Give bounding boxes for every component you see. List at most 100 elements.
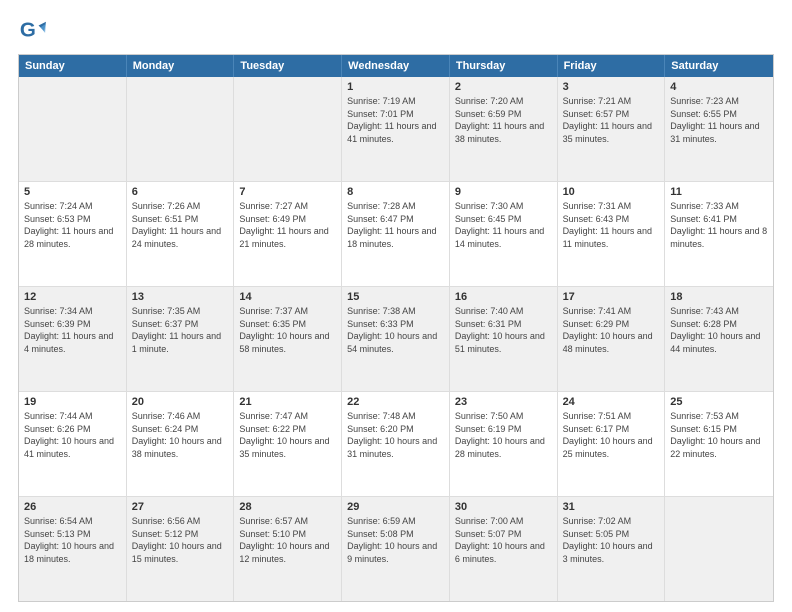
- day-info: Sunrise: 7:37 AM Sunset: 6:35 PM Dayligh…: [239, 305, 336, 355]
- calendar-day-cell: 20 Sunrise: 7:46 AM Sunset: 6:24 PM Dayli…: [127, 392, 235, 496]
- day-info: Sunrise: 7:33 AM Sunset: 6:41 PM Dayligh…: [670, 200, 768, 250]
- day-number: 18: [670, 291, 768, 303]
- calendar-day-cell: 7 Sunrise: 7:27 AM Sunset: 6:49 PM Daylig…: [234, 182, 342, 286]
- svg-text:G: G: [20, 19, 36, 42]
- weekday-header: Monday: [127, 55, 235, 77]
- logo: G: [18, 18, 50, 46]
- empty-cell: [127, 77, 235, 181]
- day-info: Sunrise: 7:00 AM Sunset: 5:07 PM Dayligh…: [455, 515, 552, 565]
- empty-cell: [234, 77, 342, 181]
- day-number: 15: [347, 291, 444, 303]
- calendar-day-cell: 14Sunrise: 7:37 AM Sunset: 6:35 PM Dayli…: [234, 287, 342, 391]
- calendar-row: 12Sunrise: 7:34 AM Sunset: 6:39 PM Dayli…: [19, 287, 773, 392]
- calendar-day-cell: 12Sunrise: 7:34 AM Sunset: 6:39 PM Dayli…: [19, 287, 127, 391]
- empty-cell: [19, 77, 127, 181]
- day-info: Sunrise: 7:31 AM Sunset: 6:43 PM Dayligh…: [563, 200, 660, 250]
- day-info: Sunrise: 6:59 AM Sunset: 5:08 PM Dayligh…: [347, 515, 444, 565]
- calendar-day-cell: 1 Sunrise: 7:19 AM Sunset: 7:01 PM Daylig…: [342, 77, 450, 181]
- day-number: 3: [563, 81, 660, 93]
- day-number: 6: [132, 186, 229, 198]
- weekday-header: Sunday: [19, 55, 127, 77]
- day-number: 26: [24, 501, 121, 513]
- day-number: 9: [455, 186, 552, 198]
- day-number: 24: [563, 396, 660, 408]
- day-number: 10: [563, 186, 660, 198]
- empty-cell: [665, 497, 773, 601]
- calendar-day-cell: 30 Sunrise: 7:00 AM Sunset: 5:07 PM Dayli…: [450, 497, 558, 601]
- calendar-day-cell: 5 Sunrise: 7:24 AM Sunset: 6:53 PM Daylig…: [19, 182, 127, 286]
- day-info: Sunrise: 7:51 AM Sunset: 6:17 PM Dayligh…: [563, 410, 660, 460]
- day-number: 8: [347, 186, 444, 198]
- day-number: 12: [24, 291, 121, 303]
- calendar-day-cell: 3 Sunrise: 7:21 AM Sunset: 6:57 PM Daylig…: [558, 77, 666, 181]
- weekday-header: Friday: [558, 55, 666, 77]
- day-number: 31: [563, 501, 660, 513]
- day-number: 16: [455, 291, 552, 303]
- calendar-row: 26Sunrise: 6:54 AM Sunset: 5:13 PM Dayli…: [19, 497, 773, 601]
- day-info: Sunrise: 7:24 AM Sunset: 6:53 PM Dayligh…: [24, 200, 121, 250]
- calendar-day-cell: 4 Sunrise: 7:23 AM Sunset: 6:55 PM Daylig…: [665, 77, 773, 181]
- day-number: 1: [347, 81, 444, 93]
- calendar-day-cell: 15Sunrise: 7:38 AM Sunset: 6:33 PM Dayli…: [342, 287, 450, 391]
- day-number: 30: [455, 501, 552, 513]
- day-number: 29: [347, 501, 444, 513]
- day-info: Sunrise: 6:57 AM Sunset: 5:10 PM Dayligh…: [239, 515, 336, 565]
- day-info: Sunrise: 7:43 AM Sunset: 6:28 PM Dayligh…: [670, 305, 768, 355]
- day-number: 5: [24, 186, 121, 198]
- day-info: Sunrise: 7:48 AM Sunset: 6:20 PM Dayligh…: [347, 410, 444, 460]
- day-info: Sunrise: 7:23 AM Sunset: 6:55 PM Dayligh…: [670, 95, 768, 145]
- calendar-day-cell: 22 Sunrise: 7:48 AM Sunset: 6:20 PM Dayli…: [342, 392, 450, 496]
- calendar-day-cell: 26Sunrise: 6:54 AM Sunset: 5:13 PM Dayli…: [19, 497, 127, 601]
- calendar-day-cell: 2 Sunrise: 7:20 AM Sunset: 6:59 PM Daylig…: [450, 77, 558, 181]
- calendar: SundayMondayTuesdayWednesdayThursdayFrid…: [18, 54, 774, 602]
- calendar-day-cell: 10 Sunrise: 7:31 AM Sunset: 6:43 PM Dayli…: [558, 182, 666, 286]
- day-info: Sunrise: 7:40 AM Sunset: 6:31 PM Dayligh…: [455, 305, 552, 355]
- day-info: Sunrise: 7:02 AM Sunset: 5:05 PM Dayligh…: [563, 515, 660, 565]
- calendar-row: 1 Sunrise: 7:19 AM Sunset: 7:01 PM Daylig…: [19, 77, 773, 182]
- calendar-day-cell: 24 Sunrise: 7:51 AM Sunset: 6:17 PM Dayli…: [558, 392, 666, 496]
- calendar-day-cell: 25Sunrise: 7:53 AM Sunset: 6:15 PM Dayli…: [665, 392, 773, 496]
- day-info: Sunrise: 7:26 AM Sunset: 6:51 PM Dayligh…: [132, 200, 229, 250]
- calendar-day-cell: 8 Sunrise: 7:28 AM Sunset: 6:47 PM Daylig…: [342, 182, 450, 286]
- calendar-day-cell: 27 Sunrise: 6:56 AM Sunset: 5:12 PM Dayli…: [127, 497, 235, 601]
- day-info: Sunrise: 7:50 AM Sunset: 6:19 PM Dayligh…: [455, 410, 552, 460]
- calendar-day-cell: 21 Sunrise: 7:47 AM Sunset: 6:22 PM Dayli…: [234, 392, 342, 496]
- day-info: Sunrise: 7:27 AM Sunset: 6:49 PM Dayligh…: [239, 200, 336, 250]
- day-info: Sunrise: 6:56 AM Sunset: 5:12 PM Dayligh…: [132, 515, 229, 565]
- calendar-row: 19Sunrise: 7:44 AM Sunset: 6:26 PM Dayli…: [19, 392, 773, 497]
- day-number: 2: [455, 81, 552, 93]
- day-info: Sunrise: 7:28 AM Sunset: 6:47 PM Dayligh…: [347, 200, 444, 250]
- day-info: Sunrise: 7:47 AM Sunset: 6:22 PM Dayligh…: [239, 410, 336, 460]
- day-number: 28: [239, 501, 336, 513]
- calendar-day-cell: 29 Sunrise: 6:59 AM Sunset: 5:08 PM Dayli…: [342, 497, 450, 601]
- calendar-header: SundayMondayTuesdayWednesdayThursdayFrid…: [19, 55, 773, 77]
- day-number: 27: [132, 501, 229, 513]
- day-info: Sunrise: 7:20 AM Sunset: 6:59 PM Dayligh…: [455, 95, 552, 145]
- day-info: Sunrise: 7:21 AM Sunset: 6:57 PM Dayligh…: [563, 95, 660, 145]
- calendar-row: 5 Sunrise: 7:24 AM Sunset: 6:53 PM Daylig…: [19, 182, 773, 287]
- weekday-header: Wednesday: [342, 55, 450, 77]
- day-info: Sunrise: 7:46 AM Sunset: 6:24 PM Dayligh…: [132, 410, 229, 460]
- day-info: Sunrise: 7:44 AM Sunset: 6:26 PM Dayligh…: [24, 410, 121, 460]
- day-number: 17: [563, 291, 660, 303]
- day-info: Sunrise: 7:19 AM Sunset: 7:01 PM Dayligh…: [347, 95, 444, 145]
- day-info: Sunrise: 7:35 AM Sunset: 6:37 PM Dayligh…: [132, 305, 229, 355]
- day-number: 20: [132, 396, 229, 408]
- calendar-day-cell: 11 Sunrise: 7:33 AM Sunset: 6:41 PM Dayli…: [665, 182, 773, 286]
- calendar-day-cell: 13 Sunrise: 7:35 AM Sunset: 6:37 PM Dayli…: [127, 287, 235, 391]
- day-info: Sunrise: 7:41 AM Sunset: 6:29 PM Dayligh…: [563, 305, 660, 355]
- day-number: 23: [455, 396, 552, 408]
- day-number: 11: [670, 186, 768, 198]
- calendar-day-cell: 18 Sunrise: 7:43 AM Sunset: 6:28 PM Dayli…: [665, 287, 773, 391]
- calendar-day-cell: 17 Sunrise: 7:41 AM Sunset: 6:29 PM Dayli…: [558, 287, 666, 391]
- calendar-day-cell: 16 Sunrise: 7:40 AM Sunset: 6:31 PM Dayli…: [450, 287, 558, 391]
- day-number: 13: [132, 291, 229, 303]
- calendar-day-cell: 19Sunrise: 7:44 AM Sunset: 6:26 PM Dayli…: [19, 392, 127, 496]
- weekday-header: Thursday: [450, 55, 558, 77]
- calendar-day-cell: 28 Sunrise: 6:57 AM Sunset: 5:10 PM Dayli…: [234, 497, 342, 601]
- day-number: 21: [239, 396, 336, 408]
- logo-icon: G: [18, 18, 46, 46]
- day-number: 7: [239, 186, 336, 198]
- day-number: 22: [347, 396, 444, 408]
- day-number: 4: [670, 81, 768, 93]
